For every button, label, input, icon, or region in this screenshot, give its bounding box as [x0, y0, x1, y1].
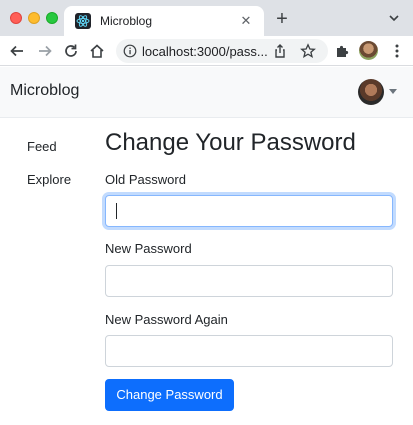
sidebar-item-feed[interactable]: Feed	[27, 139, 57, 154]
new-password-field[interactable]	[105, 265, 393, 297]
brand-link[interactable]: Microblog	[10, 82, 79, 100]
back-arrow-icon[interactable]	[8, 42, 26, 60]
share-icon[interactable]	[272, 43, 288, 59]
bookmark-star-icon[interactable]	[300, 43, 316, 59]
reload-icon[interactable]	[62, 42, 80, 60]
address-bar[interactable]: localhost:3000/pass...	[116, 39, 328, 63]
app-navbar: Microblog	[0, 67, 413, 118]
new-tab-icon[interactable]: +	[272, 9, 292, 29]
tab-title: Microblog	[100, 14, 153, 28]
browser-toolbar: localhost:3000/pass...	[0, 36, 413, 66]
minimize-window-button[interactable]	[28, 12, 40, 24]
extensions-puzzle-icon[interactable]	[334, 43, 350, 59]
browser-profile-avatar[interactable]	[359, 41, 378, 60]
react-atom-icon	[75, 13, 91, 29]
user-avatar[interactable]	[358, 79, 384, 105]
browser-tab-strip: Microblog ✕ +	[0, 0, 413, 36]
browser-tab[interactable]: Microblog ✕	[64, 6, 264, 36]
old-password-field[interactable]	[105, 195, 393, 227]
new-password-again-label: New Password Again	[105, 312, 228, 327]
new-password-label: New Password	[105, 241, 192, 256]
home-icon[interactable]	[88, 42, 106, 60]
forward-arrow-icon[interactable]	[36, 42, 54, 60]
info-icon[interactable]	[123, 44, 137, 58]
close-window-button[interactable]	[10, 12, 22, 24]
change-password-button[interactable]: Change Password	[105, 379, 234, 411]
sidebar-item-explore[interactable]: Explore	[27, 172, 71, 187]
more-options-icon[interactable]	[390, 42, 404, 60]
chevron-down-icon[interactable]	[386, 10, 402, 26]
text-cursor	[116, 203, 117, 219]
caret-down-icon[interactable]	[389, 89, 397, 94]
address-url: localhost:3000/pass...	[142, 44, 268, 59]
old-password-label: Old Password	[105, 172, 186, 187]
close-tab-icon[interactable]: ✕	[238, 13, 254, 29]
new-password-again-field[interactable]	[105, 335, 393, 367]
page-title: Change Your Password	[105, 129, 356, 156]
maximize-window-button[interactable]	[46, 12, 58, 24]
